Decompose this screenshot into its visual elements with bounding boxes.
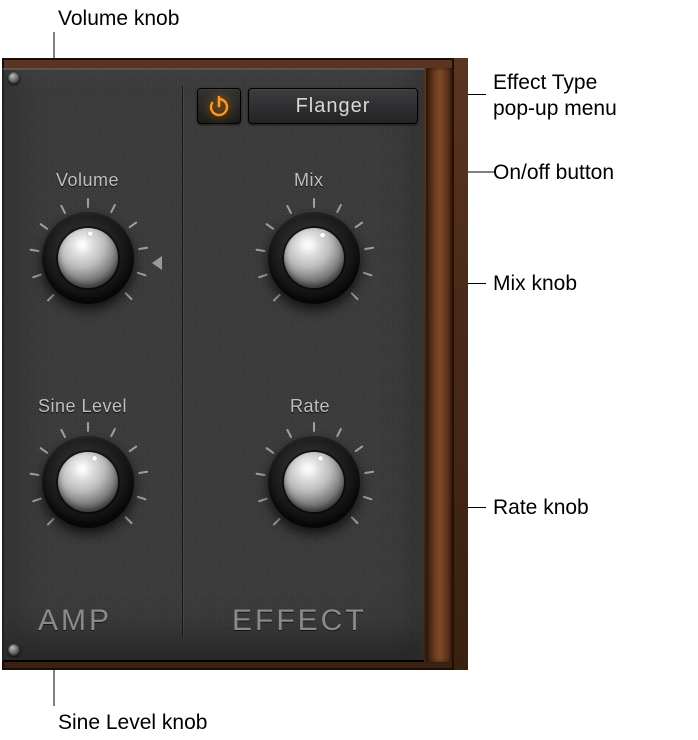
sine-level-label: Sine Level <box>38 396 127 417</box>
effect-type-value: Flanger <box>296 95 371 118</box>
effect-type-popup[interactable]: Flanger <box>248 88 418 124</box>
screw <box>8 72 20 84</box>
callout-onoff: On/off button <box>493 160 614 186</box>
volume-max-marker <box>152 256 162 270</box>
power-icon <box>207 94 231 118</box>
section-divider <box>182 86 184 638</box>
rate-label: Rate <box>290 396 330 417</box>
sine-level-knob[interactable] <box>28 422 148 542</box>
callout-mix: Mix knob <box>493 271 577 297</box>
callout-sine: Sine Level knob <box>58 710 207 736</box>
amp-section-label: AMP <box>38 604 112 638</box>
mix-knob[interactable] <box>254 198 374 318</box>
synth-panel: Flanger Volume Sine Level Mix Rate AMP E… <box>2 58 468 670</box>
screw <box>8 644 20 656</box>
callout-volume: Volume knob <box>58 6 179 32</box>
rate-knob[interactable] <box>254 422 374 542</box>
volume-label: Volume <box>56 170 119 191</box>
wood-side <box>426 68 454 662</box>
effect-section-label: EFFECT <box>232 604 367 638</box>
callout-rate: Rate knob <box>493 495 589 521</box>
mix-label: Mix <box>294 170 324 191</box>
panel-face: Flanger Volume Sine Level Mix Rate AMP E… <box>2 68 424 662</box>
effect-power-button[interactable] <box>197 88 241 124</box>
callout-effect-type: Effect Typepop-up menu <box>493 70 617 123</box>
volume-knob[interactable] <box>28 198 148 318</box>
